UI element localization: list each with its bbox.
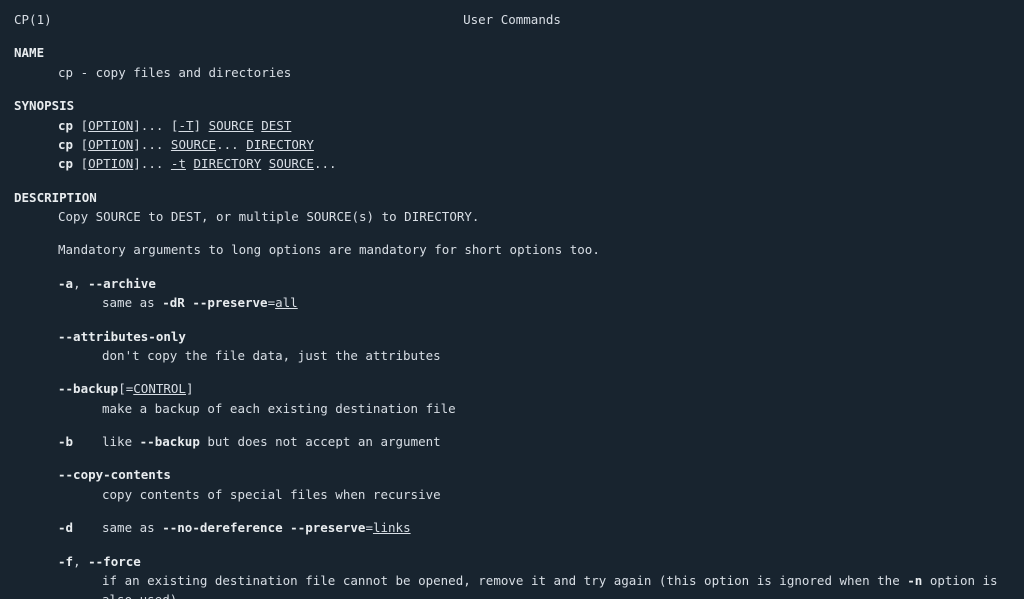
text-run: OPTION bbox=[88, 137, 133, 152]
text-run: copy contents of special files when recu… bbox=[102, 487, 441, 502]
option-term: --backup[=CONTROL] bbox=[14, 379, 1010, 398]
text-run: SOURCE bbox=[171, 137, 216, 152]
text-run: ]... [ bbox=[133, 118, 178, 133]
text-run: --archive bbox=[88, 276, 156, 291]
option-block: --attributes-only don't copy the file dat… bbox=[14, 327, 1010, 366]
option-term: --copy-contents bbox=[14, 465, 1010, 484]
section-heading-synopsis: SYNOPSIS bbox=[14, 96, 1010, 115]
text-run: ] bbox=[194, 118, 209, 133]
text-run: --no-dereference bbox=[162, 520, 282, 535]
option-block: -a, --archivesame as -dR --preserve=all bbox=[14, 274, 1010, 313]
option-description: make a backup of each existing destinati… bbox=[14, 399, 1010, 418]
text-run: ]... bbox=[133, 156, 171, 171]
text-run: OPTION bbox=[88, 156, 133, 171]
text-run: , bbox=[73, 276, 88, 291]
man-header: CP(1) User Commands bbox=[14, 10, 1010, 29]
option-line: -b like --backup but does not accept an a… bbox=[14, 432, 1010, 451]
option-description: if an existing destination file cannot b… bbox=[14, 571, 1010, 599]
option-description: like --backup but does not accept an arg… bbox=[102, 434, 441, 449]
option-term: -f, --force bbox=[14, 552, 1010, 571]
text-run: SOURCE bbox=[269, 156, 314, 171]
text-run: same as bbox=[102, 295, 162, 310]
synopsis-command: cp bbox=[58, 118, 73, 133]
text-run: -f bbox=[58, 554, 73, 569]
text-run: ]... bbox=[133, 137, 171, 152]
option-line: -d same as --no-dereference --preserve=li… bbox=[14, 518, 1010, 537]
text-run: like bbox=[102, 434, 140, 449]
text-run: ] bbox=[186, 381, 194, 396]
text-run: --backup bbox=[140, 434, 200, 449]
option-block: --copy-contents copy contents of special … bbox=[14, 465, 1010, 504]
text-run: [ bbox=[73, 118, 88, 133]
option-term: --attributes-only bbox=[14, 327, 1010, 346]
text-run: -b bbox=[58, 434, 73, 449]
text-run: = bbox=[365, 520, 373, 535]
text-run: CONTROL bbox=[133, 381, 186, 396]
text-run: all bbox=[275, 295, 298, 310]
option-description: copy contents of special files when recu… bbox=[14, 485, 1010, 504]
text-run: but does not accept an argument bbox=[200, 434, 441, 449]
text-run: [= bbox=[118, 381, 133, 396]
synopsis-line: cp [OPTION]... SOURCE... DIRECTORY bbox=[14, 135, 1010, 154]
man-header-left: CP(1) bbox=[14, 10, 52, 29]
text-run: -T bbox=[178, 118, 193, 133]
text-run: [ bbox=[73, 137, 88, 152]
option-term: -a, --archive bbox=[14, 274, 1010, 293]
synopsis-line: cp [OPTION]... -t DIRECTORY SOURCE... bbox=[14, 154, 1010, 173]
text-run: --copy-contents bbox=[58, 467, 171, 482]
text-run: same as bbox=[102, 520, 162, 535]
description-intro-2: Mandatory arguments to long options are … bbox=[14, 240, 1010, 259]
section-heading-name: NAME bbox=[14, 43, 1010, 62]
text-run: --preserve bbox=[192, 295, 267, 310]
option-description: same as -dR --preserve=all bbox=[14, 293, 1010, 312]
text-run: DEST bbox=[261, 118, 291, 133]
option-description: don't copy the file data, just the attri… bbox=[14, 346, 1010, 365]
synopsis-command: cp bbox=[58, 137, 73, 152]
text-run: DIRECTORY bbox=[194, 156, 262, 171]
text-run: SOURCE bbox=[209, 118, 254, 133]
text-run: DIRECTORY bbox=[246, 137, 314, 152]
text-run: make a backup of each existing destinati… bbox=[102, 401, 456, 416]
text-run: -a bbox=[58, 276, 73, 291]
text-run: = bbox=[268, 295, 276, 310]
name-text: cp - copy files and directories bbox=[14, 63, 1010, 82]
text-run: , bbox=[73, 554, 88, 569]
text-run: OPTION bbox=[88, 118, 133, 133]
text-run: links bbox=[373, 520, 411, 535]
text-run: --attributes-only bbox=[58, 329, 186, 344]
text-run: --backup bbox=[58, 381, 118, 396]
text-run: -dR bbox=[162, 295, 185, 310]
option-block: --backup[=CONTROL] make a backup of each … bbox=[14, 379, 1010, 418]
option-block: -f, --force if an existing destination fi… bbox=[14, 552, 1010, 599]
option-block: -d same as --no-dereference --preserve=li… bbox=[14, 518, 1010, 537]
text-run: --preserve bbox=[290, 520, 365, 535]
section-synopsis: SYNOPSIS cp [OPTION]... [-T] SOURCE DEST… bbox=[14, 96, 1010, 174]
text-run: [ bbox=[73, 156, 88, 171]
option-term: -b bbox=[58, 432, 102, 451]
description-intro-1: Copy SOURCE to DEST, or multiple SOURCE(… bbox=[14, 207, 1010, 226]
man-header-center: User Commands bbox=[0, 10, 1024, 29]
synopsis-command: cp bbox=[58, 156, 73, 171]
text-run bbox=[186, 156, 194, 171]
text-run: if an existing destination file cannot b… bbox=[102, 573, 907, 588]
text-run: don't copy the file data, just the attri… bbox=[102, 348, 441, 363]
text-run: ... bbox=[216, 137, 246, 152]
text-run: -d bbox=[58, 520, 73, 535]
synopsis-line: cp [OPTION]... [-T] SOURCE DEST bbox=[14, 116, 1010, 135]
section-heading-description: DESCRIPTION bbox=[14, 188, 1010, 207]
text-run: --force bbox=[88, 554, 141, 569]
section-description: DESCRIPTION Copy SOURCE to DEST, or mult… bbox=[14, 188, 1010, 599]
text-run bbox=[261, 156, 269, 171]
option-description: same as --no-dereference --preserve=link… bbox=[102, 520, 411, 535]
option-block: -b like --backup but does not accept an a… bbox=[14, 432, 1010, 451]
text-run: -t bbox=[171, 156, 186, 171]
section-name: NAME cp - copy files and directories bbox=[14, 43, 1010, 82]
text-run: ... bbox=[314, 156, 337, 171]
man-page: CP(1) User Commands NAME cp - copy files… bbox=[0, 0, 1024, 599]
option-term: -d bbox=[58, 518, 102, 537]
text-run: -n bbox=[907, 573, 922, 588]
